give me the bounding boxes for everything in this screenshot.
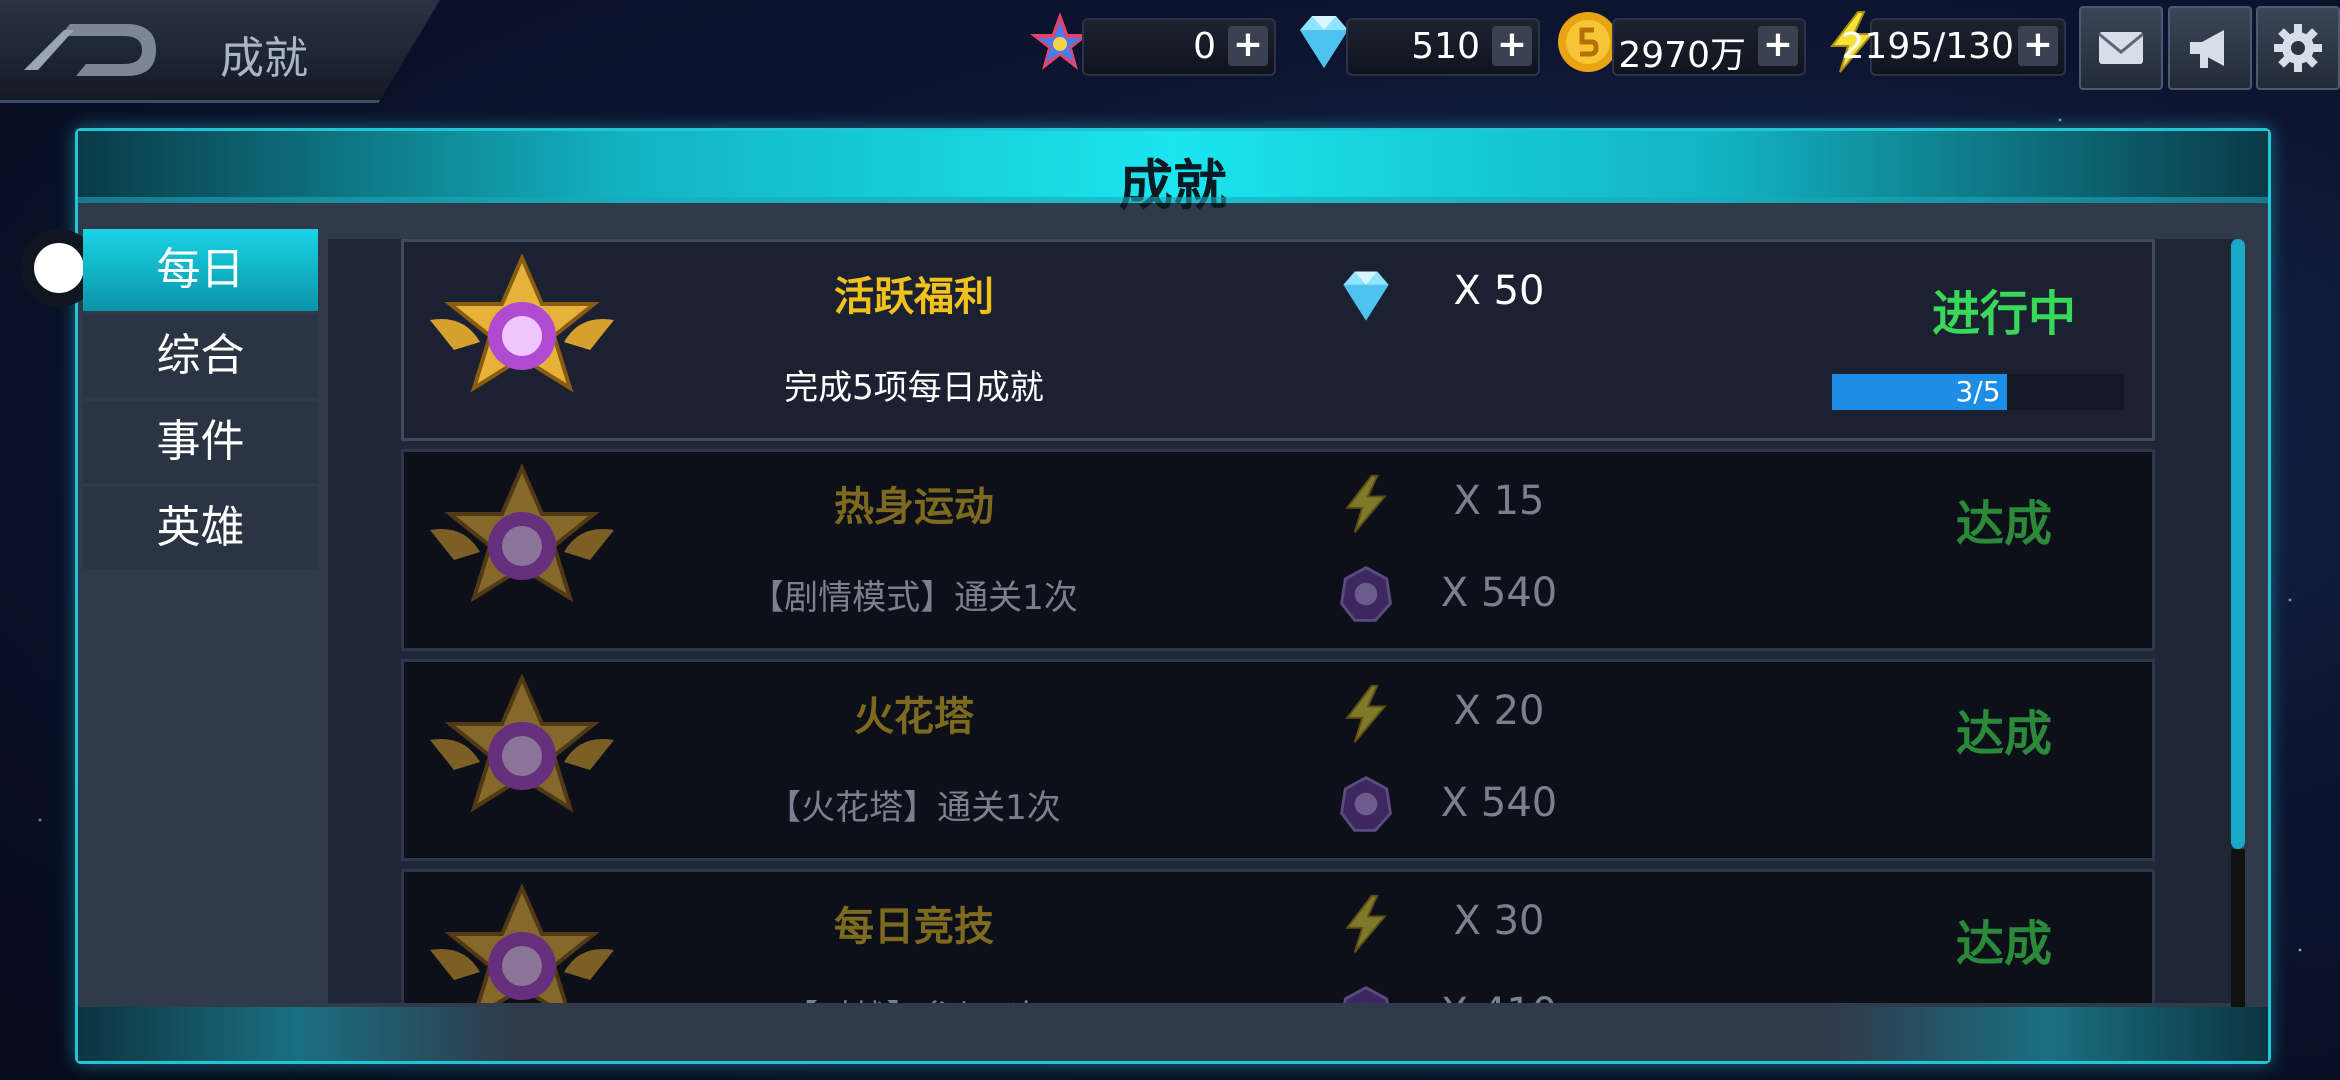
- page-title: 成就: [220, 33, 308, 84]
- gold-counter: 2970万 +: [1612, 18, 1806, 76]
- lightning-icon: [1345, 684, 1387, 743]
- reward-amount: X 15: [1453, 478, 1545, 524]
- achievement-badge-icon: [430, 884, 614, 1003]
- achievements-panel: 成就 每日 综合 事件 英雄 活跃福利 完成5项每日成就 X 50 进行中 3/…: [20, 128, 2271, 1064]
- reward-amount: X 50: [1453, 268, 1545, 314]
- achievement-name: 热身运动: [834, 484, 994, 530]
- status-label: 达成: [1955, 706, 2052, 762]
- diamonds-counter: 510 +: [1346, 18, 1540, 76]
- settings-button[interactable]: [2256, 6, 2340, 90]
- reward-amount: X 410: [1424, 990, 1574, 1003]
- tab-general[interactable]: 综合: [83, 315, 318, 397]
- status-label: 进行中: [1931, 286, 2076, 342]
- achievement-badge-icon: [430, 254, 614, 393]
- add-stars-button[interactable]: +: [1228, 26, 1268, 66]
- achievement-list[interactable]: 活跃福利 完成5项每日成就 X 50 进行中 3/5 热身运动 【剧情模式】通关…: [328, 239, 2233, 1003]
- achievement-row[interactable]: 每日竞技 【对战】参与1次 X 30 X 410 达成: [401, 869, 2155, 1003]
- status-label: 达成: [1955, 916, 2052, 972]
- add-energy-button[interactable]: +: [2018, 26, 2058, 66]
- status-label: 达成: [1955, 496, 2052, 552]
- reward-amount: X 20: [1453, 688, 1545, 734]
- tab-events[interactable]: 事件: [83, 401, 318, 483]
- energy-value: 2195/130: [1841, 26, 2014, 67]
- back-button[interactable]: 成就: [0, 0, 440, 103]
- reward-amount: X 540: [1440, 780, 1558, 826]
- purple-token-icon: [1340, 776, 1392, 832]
- scrollbar-thumb[interactable]: [2231, 239, 2245, 849]
- energy-counter: 2195/130 +: [1842, 18, 2066, 76]
- add-diamonds-button[interactable]: +: [1492, 26, 1532, 66]
- stars-value: 0: [1193, 26, 1216, 67]
- reward-amount: X 540: [1440, 570, 1558, 616]
- achievement-name: 每日竞技: [834, 904, 994, 950]
- announcement-button[interactable]: [2168, 6, 2252, 90]
- achievement-row[interactable]: 火花塔 【火花塔】通关1次 X 20 X 540 达成: [401, 659, 2155, 861]
- achievement-name: 活跃福利: [834, 274, 994, 320]
- purple-token-icon: [1343, 986, 1389, 1003]
- gear-icon: [2274, 24, 2322, 72]
- back-arrow-icon: [24, 24, 156, 76]
- gold-value: 2970万: [1618, 35, 1746, 76]
- lightning-icon: [1345, 894, 1387, 953]
- achievement-description: 【火花塔】通关1次: [767, 788, 1061, 828]
- achievement-badge-icon: [430, 464, 614, 603]
- achievement-description: 完成5项每日成就: [784, 368, 1044, 408]
- achievement-badge-icon: [430, 674, 614, 813]
- panel-header: 成就: [78, 131, 2268, 217]
- achievement-row[interactable]: 活跃福利 完成5项每日成就 X 50 进行中 3/5: [401, 239, 2155, 441]
- mail-button[interactable]: [2079, 6, 2163, 90]
- top-bar: 成就 0 + 510 + 2970万 + 2195/130 +: [0, 0, 2340, 103]
- panel-footer: [78, 1007, 2268, 1061]
- stars-counter: 0 +: [1082, 18, 1276, 76]
- tab-daily[interactable]: 每日: [83, 229, 318, 311]
- category-nav: 每日 综合 事件 英雄: [83, 229, 318, 573]
- megaphone-icon: [2190, 30, 2224, 68]
- achievement-row[interactable]: 热身运动 【剧情模式】通关1次 X 15 X 540 达成: [401, 449, 2155, 651]
- add-gold-button[interactable]: +: [1758, 26, 1798, 66]
- progress-label: 3/5: [1955, 375, 2001, 408]
- lightning-icon: [1345, 474, 1387, 533]
- diamond-icon: [1343, 271, 1389, 321]
- panel-title: 成就: [1119, 154, 1227, 217]
- achievement-description: 【剧情模式】通关1次: [750, 578, 1078, 618]
- purple-token-icon: [1340, 566, 1392, 622]
- progress-bar: 3/5: [1832, 374, 2124, 410]
- diamonds-value: 510: [1411, 26, 1480, 67]
- tab-heroes[interactable]: 英雄: [83, 487, 318, 569]
- achievement-description: 【对战】参与1次: [664, 990, 1164, 1003]
- mail-icon: [2098, 32, 2144, 64]
- reward-amount: X 30: [1453, 898, 1545, 944]
- achievement-name: 火花塔: [854, 694, 974, 740]
